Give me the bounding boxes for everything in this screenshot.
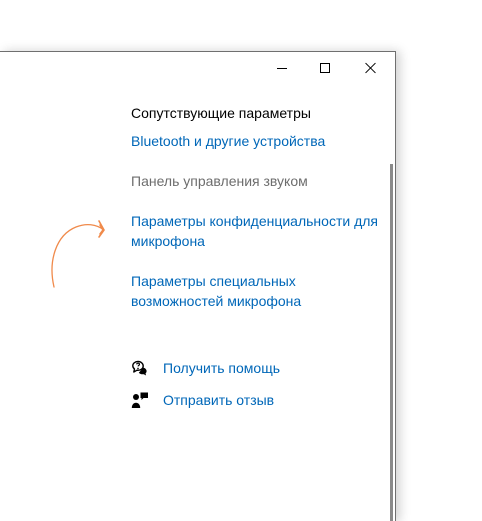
get-help-row[interactable]: Получить помощь [131,358,280,378]
bluetooth-devices-link[interactable]: Bluetooth и другие устройства [131,131,381,151]
minimize-button[interactable] [259,52,305,84]
title-bar [0,52,395,84]
desktop: Сопутствующие параметры Bluetooth и друг… [0,0,482,521]
hand-drawn-arrow-icon [51,220,105,288]
help-chat-icon [131,359,149,377]
get-help-link[interactable]: Получить помощь [163,358,280,378]
close-button[interactable] [348,52,394,84]
microphone-privacy-link[interactable]: Параметры конфиденциальности для микрофо… [131,211,381,251]
maximize-button[interactable] [302,52,348,84]
sound-control-panel-link[interactable]: Панель управления звуком [131,171,381,191]
minimize-icon [277,67,287,69]
related-settings-section: Сопутствующие параметры Bluetooth и друг… [131,103,381,311]
scrollbar[interactable] [390,164,393,521]
close-icon [365,62,377,74]
send-feedback-row[interactable]: Отправить отзыв [131,390,274,410]
related-settings-title: Сопутствующие параметры [131,105,311,121]
microphone-accessibility-link[interactable]: Параметры специальных возможностей микро… [131,271,381,311]
send-feedback-link[interactable]: Отправить отзыв [163,390,274,410]
maximize-icon [320,63,330,73]
feedback-icon [131,391,149,409]
